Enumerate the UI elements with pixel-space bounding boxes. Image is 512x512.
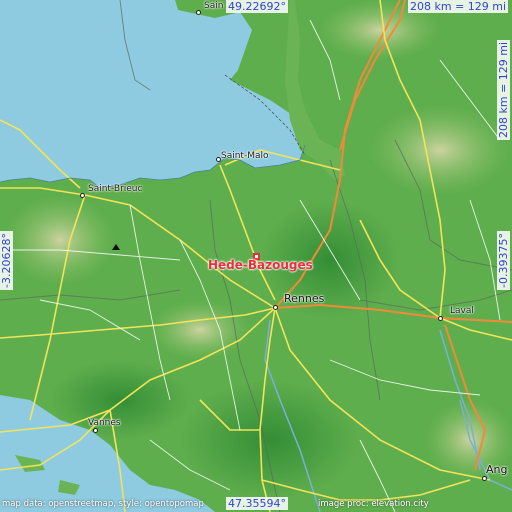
attribution-image-proc: image proc: elevation.city bbox=[318, 499, 429, 509]
west-longitude-label: -3.20628° bbox=[0, 231, 13, 290]
saint-brieuc-dot bbox=[80, 193, 85, 198]
city-label-saint-brieuc: Saint-Brieuc bbox=[88, 184, 143, 194]
east-longitude-label: -0.39375° bbox=[497, 231, 510, 290]
city-label-vannes: Vannes bbox=[88, 418, 121, 428]
laval-dot bbox=[438, 316, 443, 321]
scale-label-top: 208 km = 129 mi bbox=[408, 0, 509, 13]
map-canvas[interactable]: Saint-Malo Saint-Brieuc Rennes Laval Van… bbox=[0, 0, 512, 512]
south-latitude-label: 47.35594° bbox=[226, 497, 288, 510]
city-label-laval: Laval bbox=[450, 306, 474, 316]
city-label-saint-top: Sain bbox=[204, 1, 224, 11]
vannes-dot bbox=[93, 428, 98, 433]
saint-top-dot bbox=[196, 10, 201, 15]
rennes-dot bbox=[273, 305, 278, 310]
city-label-saint-malo: Saint-Malo bbox=[221, 151, 269, 161]
scale-label-side: 208 km = 129 mi bbox=[497, 39, 510, 140]
north-latitude-label: 49.22692° bbox=[226, 0, 288, 13]
city-label-rennes: Rennes bbox=[284, 292, 325, 305]
place-name-label: Hede-Bazouges bbox=[208, 258, 313, 272]
angers-dot bbox=[482, 476, 487, 481]
attribution-map-data: map data: openstreetmap, style: opentopo… bbox=[2, 499, 204, 509]
city-label-angers: Ang bbox=[486, 463, 508, 476]
